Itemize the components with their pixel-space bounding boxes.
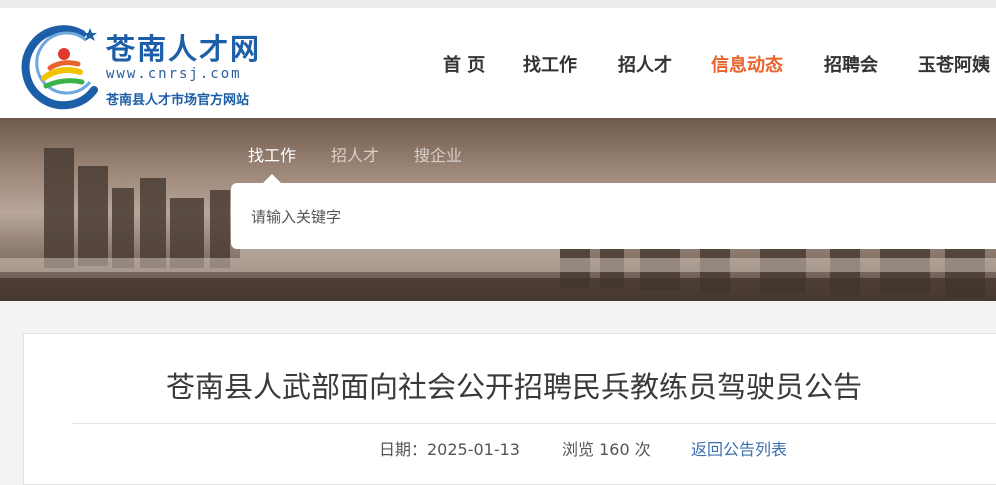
top-strip — [0, 0, 996, 8]
nav-recruit[interactable]: 招人才 — [618, 51, 672, 77]
search-box — [231, 183, 996, 249]
nav-yucang-ayi[interactable]: 玉苍阿姨 — [918, 51, 990, 77]
nav-home[interactable]: 首 页 — [443, 51, 485, 77]
logo-subtitle: 苍南县人才市场官方网站 — [106, 93, 250, 108]
main-nav: 首 页 找工作 招人才 信息动态 招聘会 玉苍阿姨 — [0, 51, 996, 81]
article-title: 苍南县人武部面向社会公开招聘民兵教练员驾驶员公告 — [165, 370, 862, 404]
nav-job-fair[interactable]: 招聘会 — [824, 51, 878, 77]
site-header: 苍南人才网 www.cnrsj.com 苍南县人才市场官方网站 首 页 找工作 … — [0, 8, 996, 118]
search-tab-recruit[interactable]: 招人才 — [331, 142, 379, 166]
nav-news[interactable]: 信息动态 — [711, 51, 783, 77]
article-card: 苍南县人武部面向社会公开招聘民兵教练员驾驶员公告 日期：2025-01-13 浏… — [23, 333, 996, 485]
article-views: 浏览 160 次 — [562, 440, 651, 459]
title-divider — [71, 423, 996, 424]
article-date: 日期：2025-01-13 — [379, 440, 520, 459]
nav-find-job[interactable]: 找工作 — [523, 51, 577, 77]
search-tab-find-job[interactable]: 找工作 — [248, 142, 296, 166]
active-tab-caret — [263, 174, 281, 183]
search-banner: 找工作 招人才 搜企业 — [0, 118, 996, 301]
back-to-list-link[interactable]: 返回公告列表 — [691, 436, 787, 460]
search-input[interactable] — [249, 201, 953, 233]
search-tab-company[interactable]: 搜企业 — [414, 142, 462, 166]
